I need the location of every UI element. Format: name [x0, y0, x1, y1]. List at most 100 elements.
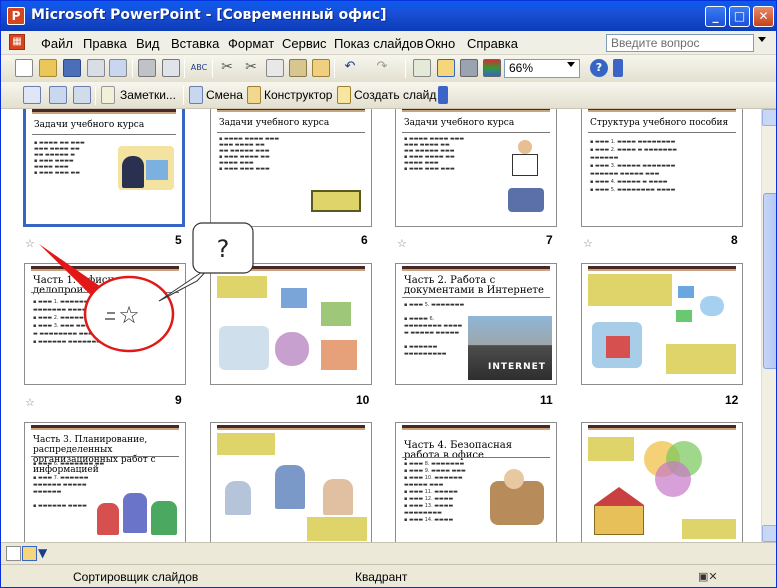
copy-icon[interactable] — [266, 59, 284, 77]
show-formatting-icon[interactable] — [437, 59, 455, 77]
slide-thumbnail-10[interactable] — [210, 263, 372, 385]
slide-thumbnail-6[interactable]: Задачи учебного курса ▪ ▬▬▬▬ ▬▬▬▬ ▬▬▬ ▬▬▬… — [210, 109, 372, 227]
slide-thumbnail-12[interactable] — [581, 263, 743, 385]
toolbar-options-icon[interactable] — [613, 59, 623, 77]
menu-edit[interactable]: Правка — [83, 36, 127, 51]
menu-insert[interactable]: Вставка — [171, 36, 219, 51]
open-icon[interactable] — [39, 59, 57, 77]
new-icon[interactable] — [15, 59, 33, 77]
slide-thumbnail-7[interactable]: Задачи учебного курса ▪ ▬▬▬▬ ▬▬▬▬ ▬▬▬ ▬▬▬… — [395, 109, 557, 227]
slide-number-6: 6 — [361, 233, 368, 247]
research-icon[interactable]: ✂ — [218, 59, 236, 77]
title-bar: P Microsoft PowerPoint - [Современный оф… — [1, 1, 776, 31]
menu-slideshow[interactable]: Показ слайдов — [334, 36, 424, 51]
transition-star-icon[interactable]: ☆ — [25, 237, 35, 250]
scroll-down-button[interactable] — [762, 525, 776, 542]
slide-thumbnail-15[interactable]: Часть 4. Безопасная работа в офисе ▪ ▬▬▬… — [395, 422, 557, 542]
slide-title: Часть 2. Работа с документами в Интернет… — [404, 275, 544, 296]
window-title: Microsoft PowerPoint - [Современный офис… — [31, 7, 387, 23]
slide-thumbnail-16[interactable] — [581, 422, 743, 542]
new-slide-button[interactable]: Создать слайд — [354, 88, 436, 102]
people-clipart — [97, 483, 181, 537]
spelling-icon[interactable]: ABC — [190, 59, 208, 77]
menu-format[interactable]: Формат — [228, 36, 274, 51]
yellow-note-box — [311, 190, 361, 212]
normal-view-icon[interactable] — [6, 546, 21, 561]
slide-number-5: 5 — [175, 233, 182, 247]
safety-clipart — [484, 469, 550, 535]
yellow-note-box — [588, 437, 634, 461]
house-clipart — [592, 322, 642, 368]
expand-all-icon[interactable] — [413, 59, 431, 77]
transition-icon[interactable] — [189, 86, 203, 104]
status-design: Квадрант — [355, 570, 408, 584]
slide-number-11: 11 — [540, 393, 553, 407]
paste-icon[interactable] — [289, 59, 307, 77]
slide-thumbnail-8[interactable]: Структура учебного пособия ▪ ▬▬▬ 1. ▬▬▬▬… — [581, 109, 743, 227]
toolbar2-options-icon[interactable] — [438, 86, 448, 104]
slide-number-12: 12 — [725, 393, 739, 407]
color-grayscale-icon[interactable] — [483, 59, 501, 77]
notes-icon[interactable] — [101, 86, 115, 104]
notes-button[interactable]: Заметки... — [120, 88, 176, 102]
menu-tools[interactable]: Сервис — [282, 36, 327, 51]
print-preview-icon[interactable] — [162, 59, 180, 77]
menu-view[interactable]: Вид — [136, 36, 160, 51]
design-button[interactable]: Конструктор — [264, 88, 332, 102]
slide-number-7: 7 — [546, 233, 553, 247]
slide-bullets: ▪ ▬▬▬▬ ▬▬▬▬ ▬▬▬ ▬▬▬ ▬▬▬▬ ▬▬ ▬▬ ▬▬▬▬▬ ▬▬▬ ▪ … — [219, 136, 280, 172]
ask-dropdown-icon[interactable] — [758, 37, 766, 42]
powerpoint-window: P Microsoft PowerPoint - [Современный оф… — [0, 0, 777, 588]
slide-thumbnail-5[interactable]: Задачи учебного курса ▪ ▬▬▬▬ ▬▬ ▬▬▬ ▬▬▬ ▬… — [23, 109, 185, 227]
save-icon[interactable] — [63, 59, 81, 77]
transition-button[interactable]: Смена — [206, 88, 243, 102]
office-clipart — [118, 146, 174, 190]
standard-toolbar: ABC ✂ ✂ ↶ ↷ 66% ? — [1, 55, 776, 82]
format-painter-icon[interactable] — [312, 59, 330, 77]
slide-sorter-view-icon[interactable] — [22, 546, 37, 561]
design-icon[interactable] — [247, 86, 261, 104]
undo-icon[interactable]: ↶ — [341, 59, 359, 77]
transition-star-icon[interactable]: ☆ — [25, 396, 35, 409]
rehearse-timings-icon[interactable] — [49, 86, 67, 104]
workers-clipart — [219, 326, 269, 370]
powerpoint-app-icon[interactable]: P — [7, 7, 25, 25]
slide-title: Часть 1. Офисное делопроизводство — [33, 275, 130, 296]
slide-title: Структура учебного пособия — [590, 118, 729, 128]
transition-star-icon[interactable]: ☆ — [583, 237, 593, 250]
cut-icon[interactable]: ✂ — [242, 59, 260, 77]
yellow-note-box — [682, 519, 736, 539]
menu-file[interactable]: Файл — [41, 36, 73, 51]
yellow-note-box — [217, 433, 275, 455]
minimize-button[interactable]: _ — [705, 6, 726, 27]
scroll-thumb[interactable] — [763, 193, 776, 369]
document-icon[interactable]: ▦ — [9, 34, 25, 50]
yellow-note-box — [307, 517, 367, 541]
menu-help[interactable]: Справка — [467, 36, 518, 51]
grid-icon[interactable] — [460, 59, 478, 77]
summary-slide-icon[interactable] — [73, 86, 91, 104]
permission-icon[interactable] — [87, 59, 105, 77]
menu-window[interactable]: Окно — [425, 36, 455, 51]
redo-icon[interactable]: ↷ — [373, 59, 391, 77]
house-clipart — [594, 487, 646, 535]
maximize-button[interactable]: □ — [729, 6, 750, 27]
slide-title: Задачи учебного курса — [404, 118, 515, 128]
ask-question-input[interactable]: Введите вопрос — [606, 34, 754, 52]
close-button[interactable]: ✕ — [753, 6, 774, 27]
slide-thumbnail-11[interactable]: Часть 2. Работа с документами в Интернет… — [395, 263, 557, 385]
zoom-dropdown-icon[interactable] — [567, 62, 575, 67]
hide-slide-icon[interactable] — [23, 86, 41, 104]
slide-thumbnail-9[interactable]: Часть 1. Офисное делопроизводство ▪ ▬▬▬ … — [24, 263, 186, 385]
transition-star-icon[interactable]: ☆ — [397, 237, 407, 250]
help-icon[interactable]: ? — [590, 59, 608, 77]
new-slide-icon[interactable] — [337, 86, 351, 104]
print-icon[interactable] — [138, 59, 156, 77]
scroll-up-button[interactable] — [762, 109, 776, 126]
slide-thumbnail-14[interactable] — [210, 422, 372, 542]
vertical-scrollbar[interactable] — [761, 109, 776, 542]
email-icon[interactable] — [109, 59, 127, 77]
slide-thumbnail-13[interactable]: Часть 3. Планирование, распределенных ор… — [24, 422, 186, 542]
slideshow-view-icon[interactable]: ▼ — [38, 546, 53, 561]
slide-number-9: 9 — [175, 393, 182, 407]
